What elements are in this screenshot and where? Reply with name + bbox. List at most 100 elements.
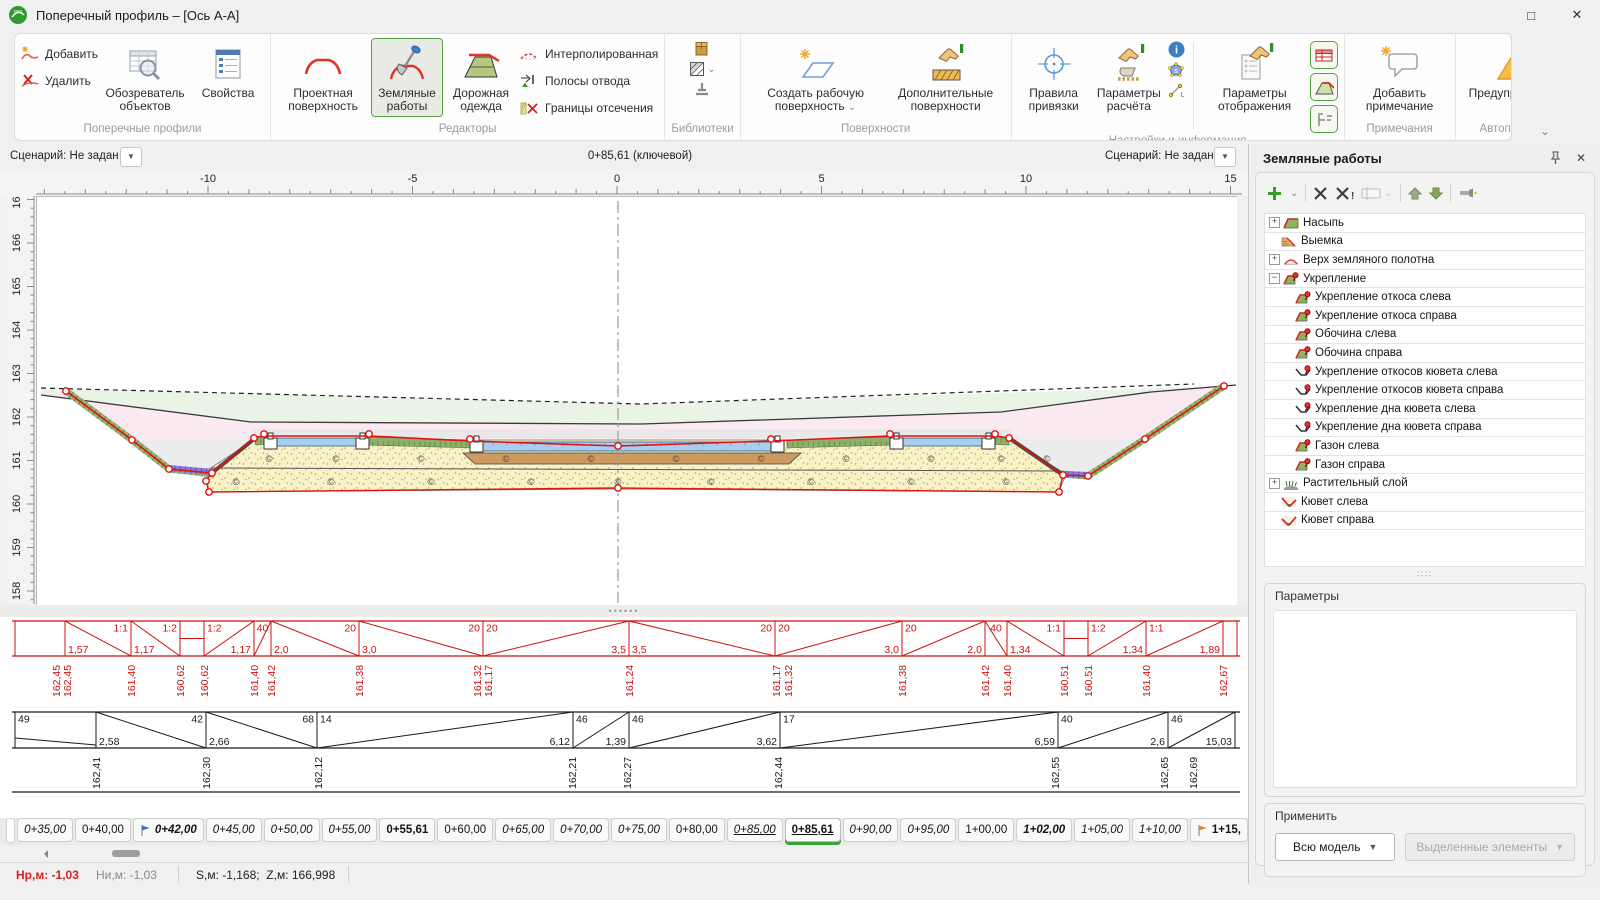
- flashlight-icon[interactable]: [1458, 187, 1480, 199]
- tree-expander[interactable]: +: [1269, 254, 1280, 265]
- pavement-button[interactable]: Дорожная одежда: [445, 38, 517, 117]
- panel-close-icon[interactable]: ✕: [1576, 151, 1586, 165]
- library-hatch-button[interactable]: ⌄: [689, 61, 715, 77]
- tree-add-dropdown[interactable]: ⌄: [1290, 188, 1298, 199]
- tree-item[interactable]: Газон справа: [1265, 456, 1585, 475]
- table-view-button[interactable]: [1310, 41, 1338, 69]
- library-box-button[interactable]: [693, 40, 711, 57]
- tree-add-button[interactable]: [1266, 185, 1283, 202]
- interpolated-button[interactable]: Интерполированная: [519, 42, 658, 66]
- station-tab[interactable]: 0+35,00: [17, 818, 73, 842]
- slope-view-button[interactable]: [1310, 73, 1338, 101]
- polygon-info-button[interactable]: s: [1168, 62, 1185, 78]
- tree-item[interactable]: −Укрепление: [1265, 270, 1585, 289]
- tree-item[interactable]: Укрепление откосов кювета слева: [1265, 363, 1585, 382]
- tree-rename-button[interactable]: ⌄: [1361, 186, 1392, 200]
- scenario-left-dropdown[interactable]: ▼: [120, 147, 142, 167]
- snap-rules-button[interactable]: Правила привязки: [1018, 38, 1090, 117]
- station-tab[interactable]: 0+95,00: [900, 818, 956, 842]
- add-profile-button[interactable]: Добавить: [21, 42, 98, 66]
- profile-view-button[interactable]: [1310, 105, 1338, 133]
- display-params-button[interactable]: Параметры отображения: [1202, 38, 1308, 117]
- tree-expander[interactable]: −: [1269, 273, 1280, 284]
- earthworks-button[interactable]: Земляные работы: [371, 38, 443, 117]
- station-tab[interactable]: 0+42,00: [133, 818, 204, 842]
- parameters-content: [1273, 610, 1577, 788]
- cross-section-canvas[interactable]: ©©©©©©©©©©©©©©©©©©©©: [36, 196, 1237, 605]
- line-info-button[interactable]: L: [1168, 82, 1185, 98]
- close-button[interactable]: ✕: [1554, 0, 1600, 30]
- tab-scroll-stub[interactable]: [6, 818, 15, 843]
- station-tab[interactable]: 0+85,00: [727, 818, 783, 842]
- station-tab[interactable]: 1+00,00: [958, 818, 1014, 842]
- scenario-right-dropdown[interactable]: ▼: [1214, 147, 1236, 167]
- station-tab[interactable]: 1+05,00: [1074, 818, 1130, 842]
- bands-area: 1:11,571:21,171:21,1740202,0203,0203,520…: [0, 617, 1248, 798]
- tree-item[interactable]: + Верх земляного полотна: [1265, 251, 1585, 270]
- station-tab[interactable]: 0+40,00: [75, 818, 131, 842]
- tree-expander[interactable]: +: [1269, 478, 1280, 489]
- tree-item[interactable]: Кювет слева: [1265, 493, 1585, 512]
- station-tab[interactable]: 0+55,00: [322, 818, 378, 842]
- tree-item[interactable]: Обочина справа: [1265, 344, 1585, 363]
- strengthen-icon: [1295, 309, 1311, 322]
- tree-item[interactable]: +Растительный слой: [1265, 474, 1585, 493]
- ribbon-collapse-chevron[interactable]: ⌄: [1540, 124, 1550, 138]
- station-tab[interactable]: 0+65,00: [495, 818, 551, 842]
- tree-item[interactable]: Выемка: [1265, 233, 1585, 252]
- horizontal-splitter[interactable]: ••••••: [0, 605, 1248, 617]
- station-tab[interactable]: 0+45,00: [206, 818, 262, 842]
- strengthen-icon: [1295, 328, 1311, 341]
- scroll-left-arrow[interactable]: [40, 850, 48, 858]
- station-tab[interactable]: 0+55,61: [379, 818, 435, 842]
- object-browser-button[interactable]: Обозреватель объектов: [100, 38, 190, 117]
- library-press-button[interactable]: [693, 81, 711, 97]
- tree-item[interactable]: Кювет справа: [1265, 512, 1585, 531]
- clip-borders-button[interactable]: Границы отсечения: [519, 96, 658, 120]
- apply-selected-button[interactable]: Выделенные элементы▼: [1405, 833, 1575, 861]
- info-button[interactable]: i: [1168, 41, 1185, 58]
- apply-all-button[interactable]: Всю модель▼: [1275, 833, 1395, 861]
- tree-item[interactable]: Укрепление откосов кювета справа: [1265, 381, 1585, 400]
- panel-splitter[interactable]: ∷∷: [1256, 569, 1594, 580]
- pin-icon[interactable]: [1549, 151, 1562, 165]
- tree-delete-all-button[interactable]: !: [1335, 186, 1354, 201]
- station-tab[interactable]: 0+80,00: [669, 818, 725, 842]
- station-tab[interactable]: 1+15,: [1190, 818, 1248, 842]
- station-tab[interactable]: 0+85,61: [785, 818, 841, 842]
- tree-expander[interactable]: +: [1269, 217, 1280, 228]
- move-up-button[interactable]: [1408, 186, 1422, 201]
- station-tab[interactable]: 1+10,00: [1132, 818, 1188, 842]
- tree-item[interactable]: Укрепление дна кювета справа: [1265, 419, 1585, 438]
- station-tab[interactable]: 1+02,00: [1016, 818, 1072, 842]
- station-tab[interactable]: 0+60,00: [437, 818, 493, 842]
- tree-item[interactable]: Укрепление откоса справа: [1265, 307, 1585, 326]
- add-note-button[interactable]: Добавить примечание: [1351, 38, 1449, 117]
- tree-delete-button[interactable]: [1313, 186, 1328, 201]
- properties-button[interactable]: Свойства: [192, 38, 264, 103]
- tree-item[interactable]: Укрепление дна кювета слева: [1265, 400, 1585, 419]
- svg-text:160,51: 160,51: [1059, 665, 1071, 697]
- tree-item[interactable]: Укрепление откоса слева: [1265, 288, 1585, 307]
- tree-item-label: Верх земляного полотна: [1303, 254, 1434, 266]
- station-tab[interactable]: 0+50,00: [264, 818, 320, 842]
- create-work-surface-icon: [793, 41, 839, 87]
- delete-profile-button[interactable]: Удалить: [21, 69, 98, 93]
- create-work-surface-button[interactable]: Создать рабочую поверхность ⌄: [747, 38, 885, 117]
- horizontal-scrollbar[interactable]: [0, 847, 1248, 860]
- tree-item[interactable]: +Насыпь: [1265, 214, 1585, 233]
- station-tab[interactable]: 0+90,00: [843, 818, 899, 842]
- move-down-button[interactable]: [1429, 186, 1443, 201]
- tree-item[interactable]: Обочина слева: [1265, 326, 1585, 345]
- additional-surfaces-button[interactable]: Дополнительные поверхности: [887, 38, 1005, 117]
- svg-text:i: i: [1175, 45, 1178, 57]
- calc-params-button[interactable]: Параметры расчёта: [1092, 38, 1166, 117]
- station-tab[interactable]: 0+75,00: [611, 818, 667, 842]
- station-tab[interactable]: 0+70,00: [553, 818, 609, 842]
- warnings-button[interactable]: Предупреждения: [1462, 38, 1512, 103]
- design-surface-button[interactable]: Проектная поверхность: [277, 38, 369, 117]
- scroll-thumb[interactable]: [112, 850, 140, 857]
- maximize-button[interactable]: □: [1508, 0, 1554, 30]
- tree-item[interactable]: Газон слева: [1265, 437, 1585, 456]
- row-strips-button[interactable]: Полосы отвода: [519, 69, 658, 93]
